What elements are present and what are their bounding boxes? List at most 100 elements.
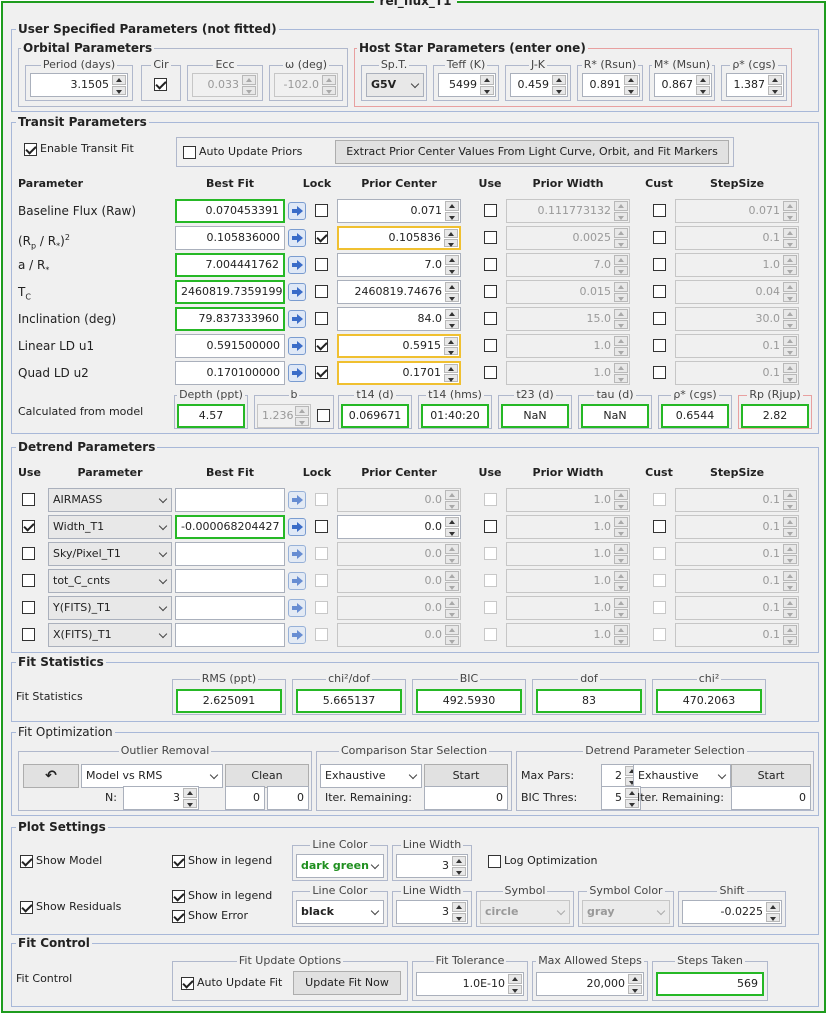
prior-center-input[interactable]: 0.1701 (337, 361, 461, 385)
detrend-cust-checkbox[interactable] (653, 547, 666, 560)
detrend-cust-checkbox[interactable] (653, 628, 666, 641)
cust-checkbox[interactable] (653, 258, 666, 271)
detsel-start-button[interactable]: Start (731, 764, 811, 788)
lock-checkbox[interactable] (315, 204, 328, 217)
ecc-input[interactable]: 0.033 (192, 73, 258, 97)
prior-width-input[interactable]: 0.111773132 (506, 199, 630, 223)
detrend-stepsize-input[interactable]: 0.1 (675, 542, 799, 566)
prior-width-input[interactable]: 0.0025 (506, 226, 630, 250)
comp-mode-select[interactable]: Exhaustive (320, 764, 422, 788)
use-prior-checkbox[interactable] (484, 366, 497, 379)
copy-arrow-icon[interactable] (288, 202, 306, 220)
prior-center-input[interactable]: 0.071 (337, 199, 461, 223)
detrend-prior-center-input[interactable]: 0.0 (337, 542, 461, 566)
detsel-mode-select[interactable]: Exhaustive (633, 764, 731, 788)
stepsize-input[interactable]: 30.0 (675, 307, 799, 331)
jk-input[interactable]: 0.459 (510, 73, 568, 97)
detrend-prior-center-input[interactable]: 0.0 (337, 596, 461, 620)
detrend-use-prior-checkbox[interactable] (484, 520, 497, 533)
rstar-input[interactable]: 0.891 (582, 73, 640, 97)
comp-start-button[interactable]: Start (424, 764, 508, 788)
use-prior-checkbox[interactable] (484, 285, 497, 298)
lock-checkbox[interactable] (315, 285, 328, 298)
detrend-stepsize-input[interactable]: 0.1 (675, 488, 799, 512)
cust-checkbox[interactable] (653, 339, 666, 352)
fit-tolerance-input[interactable]: 1.0E-10 (416, 972, 524, 996)
prior-center-input[interactable]: 0.5915 (337, 334, 461, 358)
stepsize-input[interactable]: 0.1 (675, 226, 799, 250)
resid-line-color-select[interactable]: black (296, 900, 384, 924)
stepsize-input[interactable]: 0.1 (675, 361, 799, 385)
stepsize-input[interactable]: 0.071 (675, 199, 799, 223)
detrend-param-select[interactable]: X(FITS)_T1 (48, 623, 172, 647)
use-prior-checkbox[interactable] (484, 312, 497, 325)
outlier-mode-select[interactable]: Model vs RMS (81, 764, 223, 788)
lock-checkbox[interactable] (315, 366, 328, 379)
lock-checkbox[interactable] (315, 339, 328, 352)
show-residuals-checkbox[interactable] (20, 901, 33, 914)
copy-arrow-icon[interactable] (288, 491, 306, 509)
show-model-checkbox[interactable] (20, 855, 33, 868)
stepsize-input[interactable]: 0.04 (675, 280, 799, 304)
copy-arrow-icon[interactable] (288, 283, 306, 301)
detrend-lock-checkbox[interactable] (315, 547, 328, 560)
model-line-width-input[interactable]: 3 (396, 854, 468, 878)
stepsize-input[interactable]: 1.0 (675, 253, 799, 277)
lock-checkbox[interactable] (315, 258, 328, 271)
cust-checkbox[interactable] (653, 231, 666, 244)
lock-checkbox[interactable] (315, 231, 328, 244)
show-error-checkbox[interactable] (172, 910, 185, 923)
detrend-use-prior-checkbox[interactable] (484, 493, 497, 506)
auto-update-fit-checkbox[interactable] (181, 977, 194, 990)
teff-input[interactable]: 5499 (438, 73, 496, 97)
detrend-use-checkbox[interactable] (22, 520, 35, 533)
detrend-use-checkbox[interactable] (22, 601, 35, 614)
cust-checkbox[interactable] (653, 204, 666, 217)
rho-input[interactable]: 1.387 (726, 73, 784, 97)
detrend-prior-center-input[interactable]: 0.0 (337, 515, 461, 539)
copy-arrow-icon[interactable] (288, 545, 306, 563)
detrend-lock-checkbox[interactable] (315, 574, 328, 587)
prior-width-input[interactable]: 1.0 (506, 334, 630, 358)
detrend-cust-checkbox[interactable] (653, 601, 666, 614)
detrend-stepsize-input[interactable]: 0.1 (675, 623, 799, 647)
detrend-stepsize-input[interactable]: 0.1 (675, 515, 799, 539)
detrend-use-prior-checkbox[interactable] (484, 547, 497, 560)
model-legend-checkbox[interactable] (172, 855, 185, 868)
detrend-cust-checkbox[interactable] (653, 574, 666, 587)
detrend-use-checkbox[interactable] (22, 547, 35, 560)
detrend-lock-checkbox[interactable] (315, 628, 328, 641)
b-checkbox[interactable] (317, 409, 330, 422)
prior-width-input[interactable]: 0.015 (506, 280, 630, 304)
detrend-prior-width-input[interactable]: 1.0 (506, 488, 630, 512)
copy-arrow-icon[interactable] (288, 310, 306, 328)
symbol-color-select[interactable]: gray (582, 900, 670, 924)
copy-arrow-icon[interactable] (288, 229, 306, 247)
detrend-prior-center-input[interactable]: 0.0 (337, 569, 461, 593)
b-input[interactable]: 1.236 (257, 404, 311, 428)
stepsize-input[interactable]: 0.1 (675, 334, 799, 358)
extract-prior-button[interactable]: Extract Prior Center Values From Light C… (335, 140, 729, 164)
detrend-lock-checkbox[interactable] (315, 520, 328, 533)
detrend-use-prior-checkbox[interactable] (484, 574, 497, 587)
detrend-use-checkbox[interactable] (22, 574, 35, 587)
detrend-prior-center-input[interactable]: 0.0 (337, 623, 461, 647)
auto-update-priors-checkbox[interactable] (183, 146, 196, 159)
detrend-cust-checkbox[interactable] (653, 493, 666, 506)
copy-arrow-icon[interactable] (288, 599, 306, 617)
clean-button[interactable]: Clean (225, 764, 309, 788)
detrend-use-prior-checkbox[interactable] (484, 601, 497, 614)
use-prior-checkbox[interactable] (484, 339, 497, 352)
symbol-select[interactable]: circle (480, 900, 570, 924)
detrend-use-checkbox[interactable] (22, 628, 35, 641)
detrend-prior-width-input[interactable]: 1.0 (506, 569, 630, 593)
use-prior-checkbox[interactable] (484, 204, 497, 217)
detrend-prior-width-input[interactable]: 1.0 (506, 515, 630, 539)
detrend-prior-width-input[interactable]: 1.0 (506, 596, 630, 620)
omega-input[interactable]: -102.0 (274, 73, 338, 97)
copy-arrow-icon[interactable] (288, 364, 306, 382)
period-spinner[interactable] (112, 75, 126, 95)
detrend-use-checkbox[interactable] (22, 493, 35, 506)
enable-transit-fit-checkbox[interactable] (24, 143, 37, 156)
copy-arrow-icon[interactable] (288, 572, 306, 590)
